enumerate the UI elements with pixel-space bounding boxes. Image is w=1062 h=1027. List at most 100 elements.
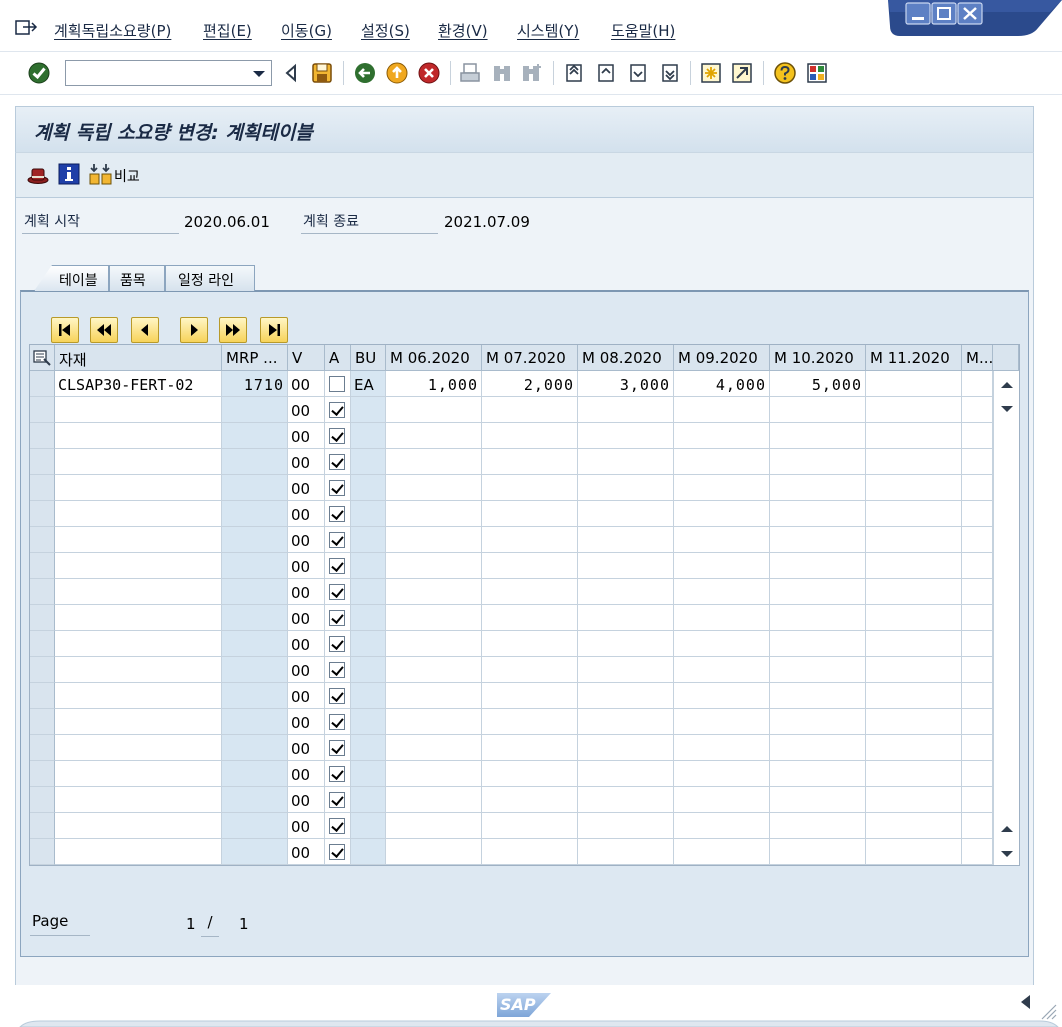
cell-material[interactable] [55, 475, 222, 501]
cell-m07[interactable] [482, 631, 578, 657]
cell-m09[interactable]: 4,000 [674, 371, 770, 397]
cell-v[interactable]: 00 [288, 787, 325, 813]
cell-mrp[interactable] [222, 527, 288, 553]
cell-v[interactable]: 00 [288, 657, 325, 683]
cell-material[interactable] [55, 709, 222, 735]
cell-bu[interactable] [351, 605, 386, 631]
cell-m06[interactable] [386, 631, 482, 657]
row-selector[interactable] [30, 683, 55, 709]
cell-m08[interactable] [578, 449, 674, 475]
cell-m07[interactable] [482, 501, 578, 527]
previous-column-button[interactable] [131, 317, 159, 343]
cell-m10[interactable] [770, 709, 866, 735]
cell-v[interactable]: 00 [288, 735, 325, 761]
cell-m10[interactable] [770, 553, 866, 579]
cell-material[interactable] [55, 501, 222, 527]
row-selector[interactable] [30, 839, 55, 865]
menu-item-1[interactable]: 편집(E) [203, 20, 252, 41]
cell-m08[interactable] [578, 839, 674, 865]
cell-m11[interactable] [866, 449, 962, 475]
cell-m10[interactable] [770, 423, 866, 449]
cell-m09[interactable] [674, 501, 770, 527]
resize-grip-icon[interactable] [1038, 999, 1058, 1021]
row-selector[interactable] [30, 449, 55, 475]
cell-m07[interactable] [482, 813, 578, 839]
cell-material[interactable] [55, 527, 222, 553]
find-next-icon[interactable] [520, 61, 544, 85]
row-selector[interactable] [30, 787, 55, 813]
active-checkbox-cell[interactable] [325, 579, 351, 605]
menu-item-0[interactable]: 계획독립소요량(P) [54, 20, 171, 41]
cell-bu[interactable] [351, 501, 386, 527]
cell-m11[interactable] [866, 787, 962, 813]
cell-m10[interactable] [770, 475, 866, 501]
active-checkbox[interactable] [329, 766, 345, 782]
cell-m11[interactable] [866, 475, 962, 501]
cell-v[interactable]: 00 [288, 709, 325, 735]
cell-m12[interactable] [962, 787, 993, 813]
row-selector[interactable] [30, 761, 55, 787]
cell-m12[interactable] [962, 761, 993, 787]
row-selector[interactable] [30, 371, 55, 397]
cell-m06[interactable] [386, 787, 482, 813]
cell-m09[interactable] [674, 839, 770, 865]
tab-schedule-lines[interactable]: 일정 라인 [165, 265, 255, 291]
active-checkbox-cell[interactable] [325, 709, 351, 735]
cell-m11[interactable] [866, 657, 962, 683]
cell-material[interactable] [55, 449, 222, 475]
column-header-9[interactable]: M 10.2020 [770, 345, 866, 371]
active-checkbox[interactable] [329, 376, 345, 392]
cell-bu[interactable] [351, 423, 386, 449]
cell-m12[interactable] [962, 397, 993, 423]
cell-m07[interactable] [482, 761, 578, 787]
cell-v[interactable]: 00 [288, 839, 325, 865]
active-checkbox-cell[interactable] [325, 527, 351, 553]
cell-mrp[interactable] [222, 449, 288, 475]
scroll-page-down-icon[interactable] [1001, 851, 1013, 857]
cell-m12[interactable] [962, 735, 993, 761]
cell-m12[interactable] [962, 579, 993, 605]
cell-m09[interactable] [674, 449, 770, 475]
cell-m12[interactable] [962, 813, 993, 839]
cell-m11[interactable] [866, 371, 962, 397]
cell-m11[interactable] [866, 683, 962, 709]
cell-m12[interactable] [962, 423, 993, 449]
cell-m11[interactable] [866, 527, 962, 553]
cell-m10[interactable] [770, 683, 866, 709]
cell-m10[interactable] [770, 605, 866, 631]
column-header-1[interactable]: MRP ... [222, 345, 288, 371]
cell-m12[interactable] [962, 683, 993, 709]
cell-m10[interactable] [770, 657, 866, 683]
cell-bu[interactable] [351, 397, 386, 423]
cell-m11[interactable] [866, 397, 962, 423]
cell-m06[interactable] [386, 475, 482, 501]
active-checkbox[interactable] [329, 792, 345, 808]
row-selector[interactable] [30, 423, 55, 449]
active-checkbox-cell[interactable] [325, 813, 351, 839]
cell-m07[interactable] [482, 735, 578, 761]
cell-bu[interactable] [351, 813, 386, 839]
last-page-icon[interactable] [659, 61, 683, 85]
active-checkbox[interactable] [329, 688, 345, 704]
cell-material[interactable] [55, 631, 222, 657]
vertical-scrollbar[interactable] [993, 371, 1019, 865]
cell-m07[interactable] [482, 839, 578, 865]
cell-m12[interactable] [962, 839, 993, 865]
active-checkbox[interactable] [329, 662, 345, 678]
cell-material[interactable] [55, 787, 222, 813]
cell-mrp[interactable] [222, 475, 288, 501]
exit-nav-icon[interactable] [385, 61, 409, 85]
cell-bu[interactable] [351, 839, 386, 865]
cell-m11[interactable] [866, 423, 962, 449]
cell-m08[interactable] [578, 761, 674, 787]
cell-m11[interactable] [866, 579, 962, 605]
cell-m09[interactable] [674, 735, 770, 761]
row-selector[interactable] [30, 709, 55, 735]
cell-m12[interactable] [962, 501, 993, 527]
active-checkbox-cell[interactable] [325, 605, 351, 631]
column-header-8[interactable]: M 09.2020 [674, 345, 770, 371]
column-header-2[interactable]: V [288, 345, 325, 371]
cell-m09[interactable] [674, 475, 770, 501]
save-icon[interactable] [310, 61, 334, 85]
cell-material[interactable] [55, 735, 222, 761]
